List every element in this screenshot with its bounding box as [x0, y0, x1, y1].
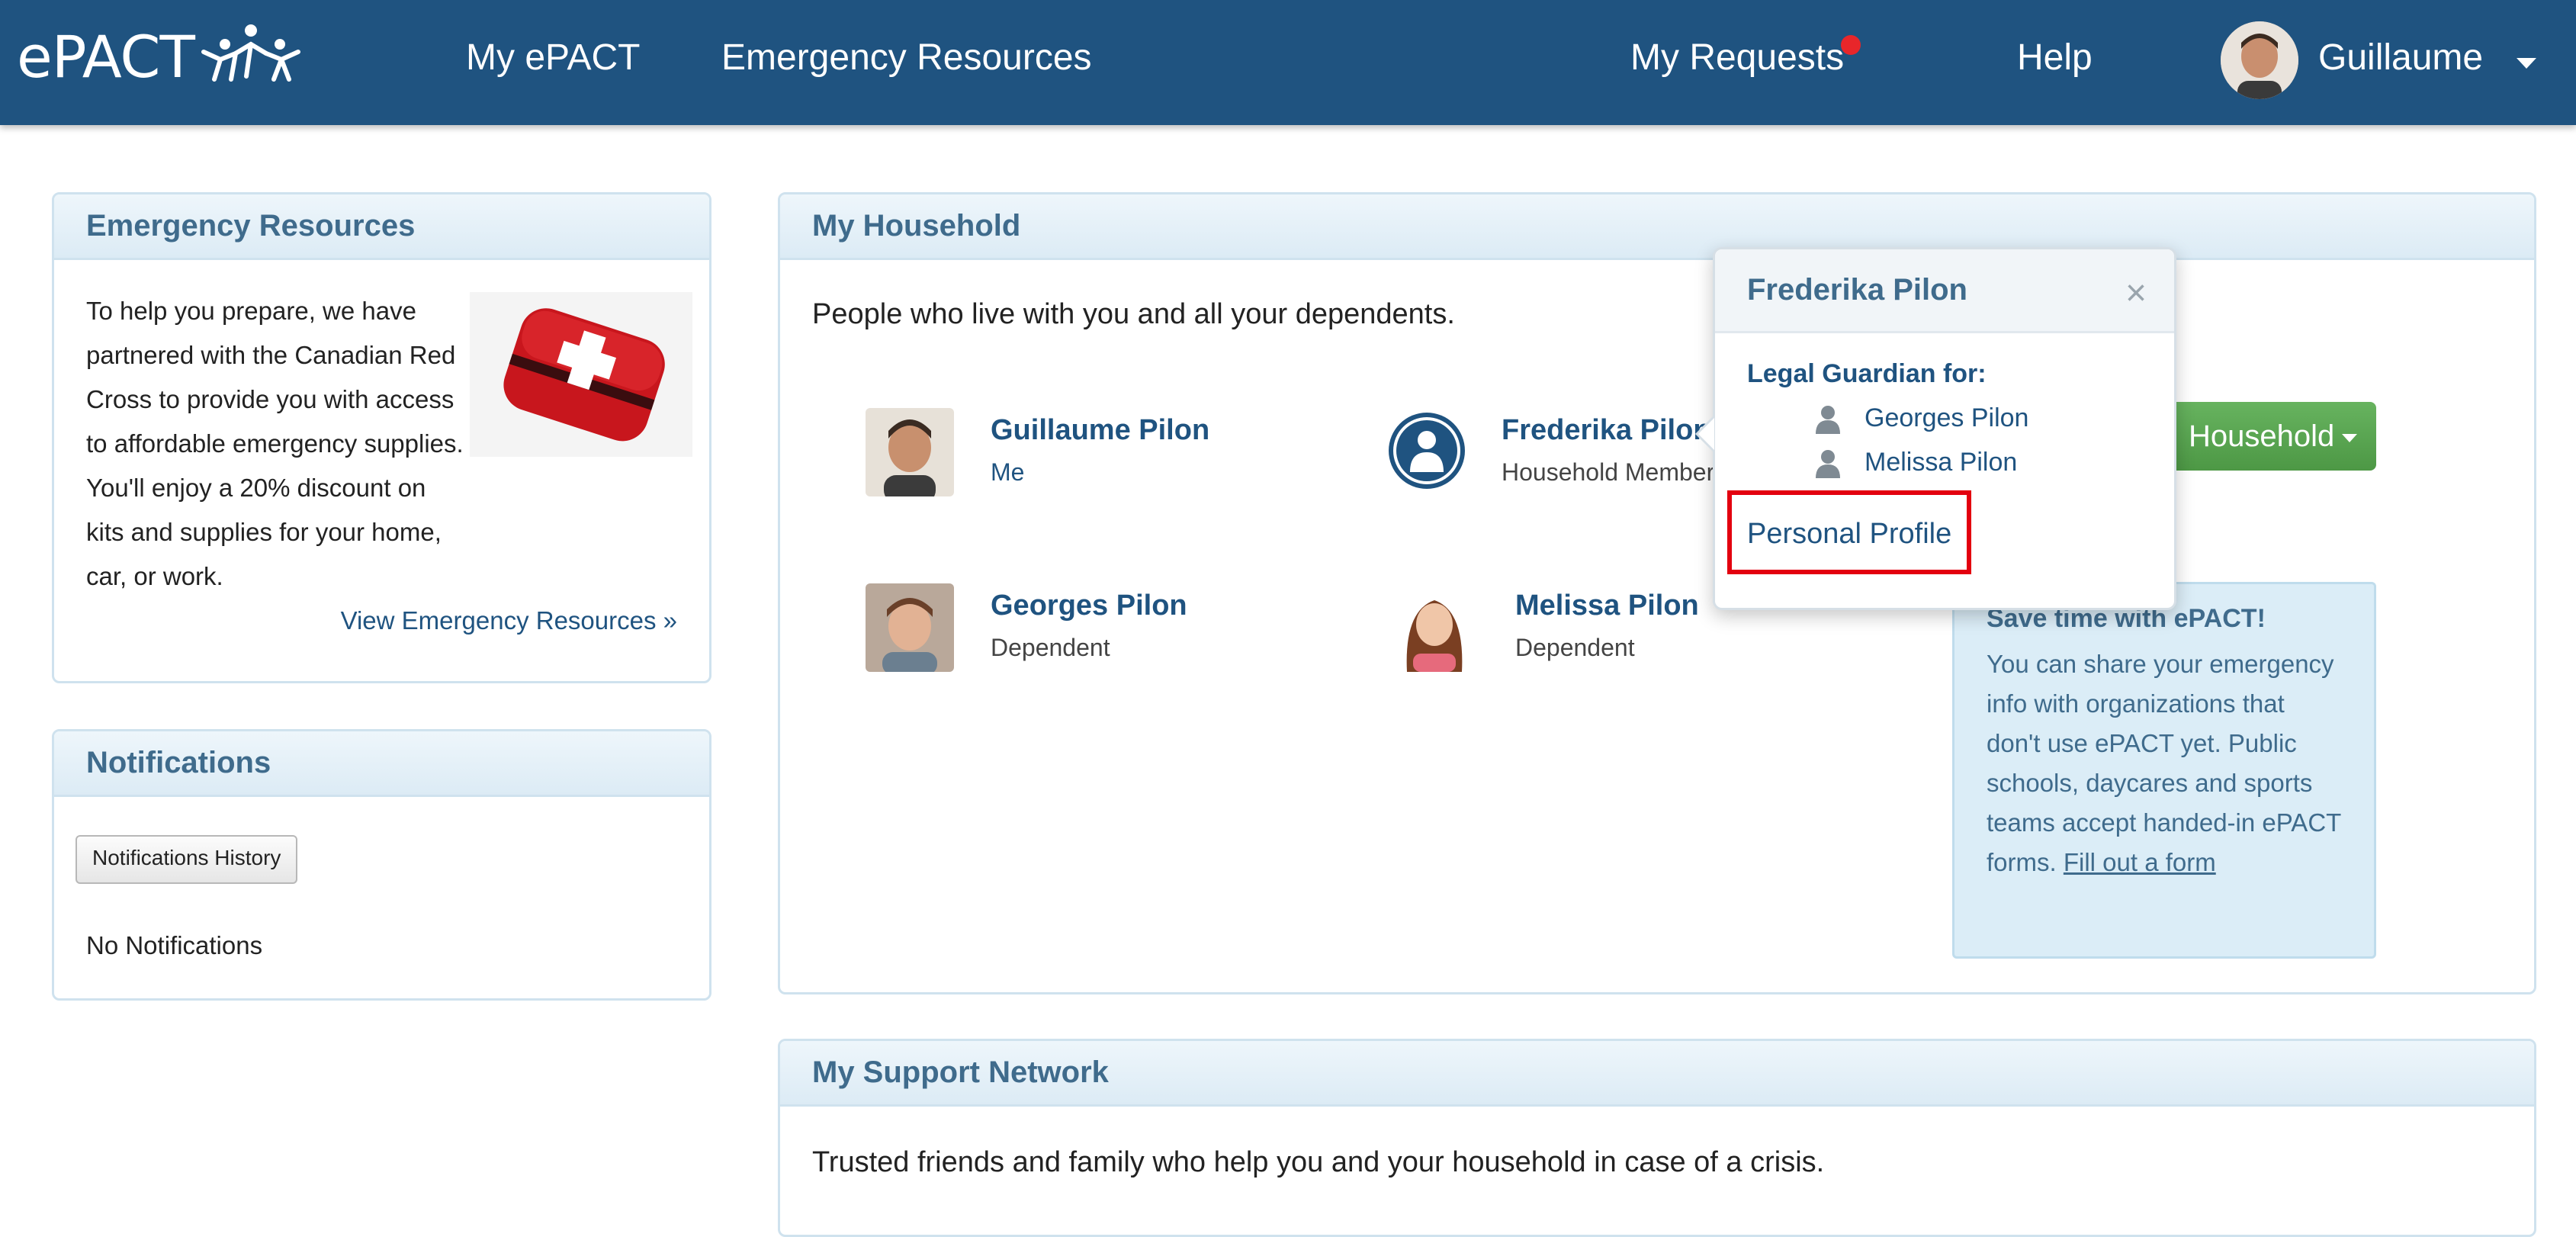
no-notifications-text: No Notifications — [86, 931, 263, 959]
notifications-panel: Notifications Notifications History No N… — [52, 729, 711, 1001]
popover-title: Frederika Pilon — [1747, 273, 1967, 307]
callout-text: You can share your emergency info with o… — [1987, 644, 2342, 882]
view-emergency-resources-link[interactable]: View Emergency Resources » — [341, 606, 677, 635]
person-icon — [1816, 450, 1840, 478]
close-icon[interactable]: × — [2125, 272, 2147, 314]
household-member-card[interactable]: Melissa Pilon Dependent — [1390, 583, 1718, 675]
emergency-resources-description: To help you prepare, we have partnered w… — [86, 297, 464, 590]
legal-guardian-label: Legal Guardian for: — [1747, 359, 1987, 388]
notifications-history-button[interactable]: Notifications History — [75, 835, 298, 884]
member-photo — [1390, 583, 1479, 672]
panel-title: My Household — [780, 194, 2534, 260]
chevron-down-icon[interactable] — [2517, 58, 2536, 69]
member-name[interactable]: Guillaume Pilon — [991, 414, 1209, 447]
member-role: Me — [991, 458, 1025, 486]
panel-title: Emergency Resources — [54, 194, 709, 260]
person-icon — [1816, 406, 1840, 434]
popover-arrow — [1695, 416, 1714, 452]
logo-people-icon — [201, 24, 300, 82]
household-member-card[interactable]: Guillaume Pilon Me — [866, 408, 1247, 500]
support-network-panel: My Support Network Trusted friends and f… — [778, 1039, 2536, 1237]
save-time-callout: Save time with ePACT! You can share your… — [1952, 582, 2376, 959]
member-name[interactable]: Frederika Pilon — [1502, 414, 1711, 447]
household-dropdown-button[interactable]: Household — [2170, 402, 2376, 471]
requests-notification-dot — [1841, 35, 1861, 55]
member-role: Household Member — [1502, 458, 1715, 486]
member-role: Dependent — [991, 634, 1110, 661]
nav-emergency-resources[interactable]: Emergency Resources — [721, 37, 1092, 79]
nav-help[interactable]: Help — [2017, 37, 2093, 79]
emergency-resources-panel: Emergency Resources To help you prepare,… — [52, 192, 711, 683]
household-button-label: Household — [2189, 419, 2335, 453]
popover-header: Frederika Pilon × — [1715, 249, 2174, 333]
user-avatar[interactable] — [2221, 21, 2298, 99]
chevron-down-icon — [2342, 433, 2358, 442]
household-intro: People who live with you and all your de… — [812, 298, 1455, 330]
member-photo — [866, 583, 954, 672]
logo-text: ePACT — [17, 22, 195, 91]
member-role: Dependent — [1515, 634, 1635, 661]
default-user-icon — [1387, 411, 1466, 490]
member-popover: Frederika Pilon × Legal Guardian for: Ge… — [1695, 247, 2176, 610]
user-avatar-photo — [2221, 21, 2298, 99]
callout-body: You can share your emergency info with o… — [1987, 650, 2341, 876]
nav-my-epact[interactable]: My ePACT — [466, 37, 640, 79]
support-network-intro: Trusted friends and family who help you … — [812, 1146, 1825, 1178]
top-navbar: ePACT My ePACT Emergency Resources My Re… — [0, 0, 2576, 125]
dependent-name: Georges Pilon — [1865, 403, 2029, 432]
household-member-card[interactable]: Georges Pilon Dependent — [866, 583, 1247, 675]
personal-profile-link[interactable]: Personal Profile — [1747, 518, 1951, 551]
my-household-panel: My Household People who live with you an… — [778, 192, 2536, 994]
dependent-name: Melissa Pilon — [1865, 448, 2018, 477]
panel-title: Notifications — [54, 731, 709, 797]
member-name[interactable]: Melissa Pilon — [1515, 590, 1699, 622]
nav-my-requests[interactable]: My Requests — [1630, 37, 1844, 79]
fill-out-form-link[interactable]: Fill out a form — [2064, 848, 2216, 876]
member-photo — [866, 408, 954, 496]
epact-logo[interactable]: ePACT — [17, 18, 304, 95]
first-aid-kit-image — [470, 292, 692, 457]
user-menu-name[interactable]: Guillaume — [2318, 37, 2483, 79]
member-name[interactable]: Georges Pilon — [991, 590, 1187, 622]
panel-title: My Support Network — [780, 1041, 2534, 1107]
household-member-card[interactable]: Frederika Pilon Household Member — [1387, 408, 1715, 500]
